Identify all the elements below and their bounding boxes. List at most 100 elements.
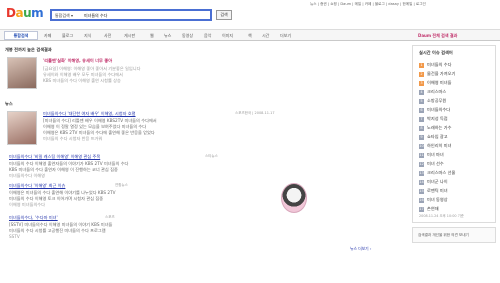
news-image[interactable] <box>281 183 307 213</box>
tab-board[interactable]: 게시판 <box>124 33 135 39</box>
news-line: 미녀들의 수다 시청률 고공행진 미녀들의 수다 프로그램 <box>9 228 106 233</box>
rank-item[interactable]: 10 하인리히 미녀 <box>419 141 487 150</box>
news-headline[interactable]: 미녀들의수다 '이해영' 최근 이슈 <box>9 183 65 189</box>
tab-knowledge[interactable]: 지식 <box>84 33 91 39</box>
news-date: 스포츠한국 | 2008.11.17 <box>235 111 275 115</box>
top-link[interactable]: 쇼핑 <box>330 2 337 6</box>
rank-label: 쇼타임 광고 <box>427 134 448 139</box>
rank-item[interactable]: 14 미녀군 나이 <box>419 177 487 186</box>
tab-news[interactable]: 뉴스 <box>164 33 171 39</box>
rank-label: 미녀 마녀 <box>427 152 444 157</box>
rank-number: 4 <box>419 89 424 95</box>
daum-logo[interactable]: Daum <box>6 6 44 20</box>
tab-music[interactable]: 음악 <box>204 33 211 39</box>
top-link[interactable]: dasay <box>388 2 399 6</box>
login-link[interactable]: 로그인 <box>416 2 426 6</box>
rank-number: 16 <box>419 197 424 203</box>
news-line: 이해영 이 정말 열정 있는 모습을 보여주었다 미녀들의 수다 <box>43 124 147 129</box>
rank-number: 13 <box>419 170 424 176</box>
rank-item[interactable]: 1 미녀들의 수다 <box>419 60 487 69</box>
tab-video[interactable]: 동영상 <box>182 33 193 39</box>
rank-label: 하인리히 미녀 <box>427 143 452 148</box>
tab-more[interactable]: 더보기 <box>280 33 291 39</box>
tab-cafe[interactable]: 카페 <box>44 33 51 39</box>
news-date: 연합뉴스 <box>115 183 128 187</box>
rank-item[interactable]: 2 물건을 가져오기 <box>419 69 487 78</box>
news-line: 이해영은 미녀들의 수다 출연해 이야기를 나누었다 KBS 2TV <box>9 190 116 195</box>
news-section: 뉴스 미녀들의수다 '대단한 여자 배우' 이해영, 시청자 호평 스포츠한국 … <box>5 101 375 276</box>
news-line: SSTV <box>9 234 20 239</box>
feedback-text: 검색결과 개선을 위한 의견 보내기 <box>418 233 469 237</box>
rank-item[interactable]: 13 크리스마스 선물 <box>419 168 487 177</box>
rank-item[interactable]: 15 로맨틱 미녀 <box>419 186 487 195</box>
realtime-rank-panel: 실시간 이슈 검색어 1 미녀들의 수다 2 물건을 가져오기 3 이해영 미녀들 4… <box>412 45 496 223</box>
rank-label: 로맨틱 미녀 <box>427 188 448 193</box>
rank-number: 3 <box>419 80 424 86</box>
feedback-box[interactable]: 검색결과 개선을 위한 의견 보내기 <box>412 227 496 243</box>
search-box: 통합검색 ▾ 미녀들의 수다 <box>50 9 212 21</box>
top-link[interactable]: 증권 <box>320 2 327 6</box>
tab-book[interactable]: 책 <box>248 33 252 39</box>
rank-item[interactable]: 9 쇼타임 광고 <box>419 132 487 141</box>
top-link[interactable]: 메일 <box>355 2 362 6</box>
rank-item[interactable]: 5 소방공무원 <box>419 96 487 105</box>
rank-label: 이해영 미녀들 <box>427 80 452 85</box>
rank-number: 10 <box>419 143 424 149</box>
news-title: 뉴스 <box>5 101 13 106</box>
search-button[interactable]: 검색 <box>216 10 232 20</box>
rank-label: 손연재 <box>427 206 439 211</box>
tab-label: 통합검색 <box>13 33 29 38</box>
tab-image[interactable]: 이미지 <box>222 33 233 39</box>
news-headline[interactable]: 미녀들의수다 '비밀 캐스팅 이해영' 이해영 관심 주목 <box>9 154 100 160</box>
rank-item[interactable]: 7 박지성 득점 <box>419 114 487 123</box>
related-line: KBS 미녀들의 수다 이해영 출연 시청률 상승 <box>43 78 121 83</box>
news-line: KBS 미녀들의 수다 출연자 이해영 이 진행하는 코너 관심 집중 <box>9 167 118 172</box>
header: Daum 통합검색 ▾ 미녀들의 수다 검색 뉴스 | 증권 | 쇼핑 | Da… <box>0 0 500 29</box>
rank-item[interactable]: 17 손연재 <box>419 204 487 213</box>
rank-number: 6 <box>419 107 424 113</box>
related-line: 유세이와 이해영 배우 모두 미녀들의 수다에서 <box>43 72 123 77</box>
search-input[interactable]: 미녀들의 수다 <box>84 13 107 19</box>
top-link[interactable]: 카페 <box>365 2 372 6</box>
news-headline[interactable]: 미녀들의수다 '대단한 여자 배우' 이해영, 시청자 호평 <box>43 111 136 117</box>
top-link[interactable]: 뉴스 <box>310 2 317 6</box>
top-link[interactable]: 블로그 <box>375 2 385 6</box>
related-thumbnail[interactable] <box>7 57 37 89</box>
rank-item[interactable]: 12 미녀 선수 <box>419 159 487 168</box>
tab-right-link[interactable]: Daum 전체 검색 결과 <box>418 33 457 39</box>
rank-item[interactable]: 6 미녀들의수다 <box>419 105 487 114</box>
tab-time[interactable]: 시간 <box>262 33 269 39</box>
tab-dictionary[interactable]: 사전 <box>104 33 111 39</box>
news-date: 스타뉴스 <box>205 154 218 158</box>
rank-number: 8 <box>419 125 424 131</box>
related-item-title[interactable]: '리틀맨'실화' 이해영, 유세이 너무 좋아 <box>43 58 112 64</box>
rank-item[interactable]: 3 이해영 미녀들 <box>419 78 487 87</box>
rank-label: 미녀 동영상 <box>427 197 448 202</box>
related-title: 개봉 전까지 높은 검색결과 <box>5 47 52 52</box>
rank-item[interactable]: 8 노래하는 가수 <box>419 123 487 132</box>
tab-blog[interactable]: 블로그 <box>62 33 73 39</box>
news-line: 이해영 미녀들의수다 <box>9 202 46 207</box>
rank-label: 소방공무원 <box>427 98 447 103</box>
tab-integrated[interactable]: 통합검색 <box>4 31 38 40</box>
rank-label: 미녀군 나이 <box>427 179 448 184</box>
more-news-link[interactable]: 뉴스 더보기 › <box>350 246 371 252</box>
tab-web[interactable]: 웹 <box>150 33 154 39</box>
rank-item[interactable]: 11 미녀 마녀 <box>419 150 487 159</box>
news-line: [SSTV] 미녀들의수다 이해영 미녀들의 이야기 KBS 미녀들 <box>9 222 113 227</box>
top-link[interactable]: 한메일 <box>402 2 412 6</box>
search-scope-label: 통합검색 <box>55 13 70 18</box>
related-section: 개봉 전까지 높은 검색결과 '리틀맨'실화' 이해영, 유세이 너무 좋아 [… <box>5 47 375 97</box>
rank-label: 미녀들의수다 <box>427 107 451 112</box>
news-headline[interactable]: 미녀들의수다, '수다마 미녀' <box>9 215 58 221</box>
top-link[interactable]: Daum <box>340 2 351 6</box>
search-scope-select[interactable]: 통합검색 ▾ <box>55 13 73 19</box>
news-line: 미녀들의 수다 이해영 출연자들의 이야기가 KBS 2TV 미녀들의 수다 <box>9 161 129 166</box>
news-thumbnail[interactable] <box>7 111 37 145</box>
rank-item[interactable]: 16 미녀 동영상 <box>419 195 487 204</box>
rank-label: 노래하는 가수 <box>427 125 452 130</box>
rank-item[interactable]: 4 크리스마스 <box>419 87 487 96</box>
rank-label: 미녀들의 수다 <box>427 62 452 67</box>
rank-number: 1 <box>419 62 424 68</box>
rank-number: 2 <box>419 71 424 77</box>
